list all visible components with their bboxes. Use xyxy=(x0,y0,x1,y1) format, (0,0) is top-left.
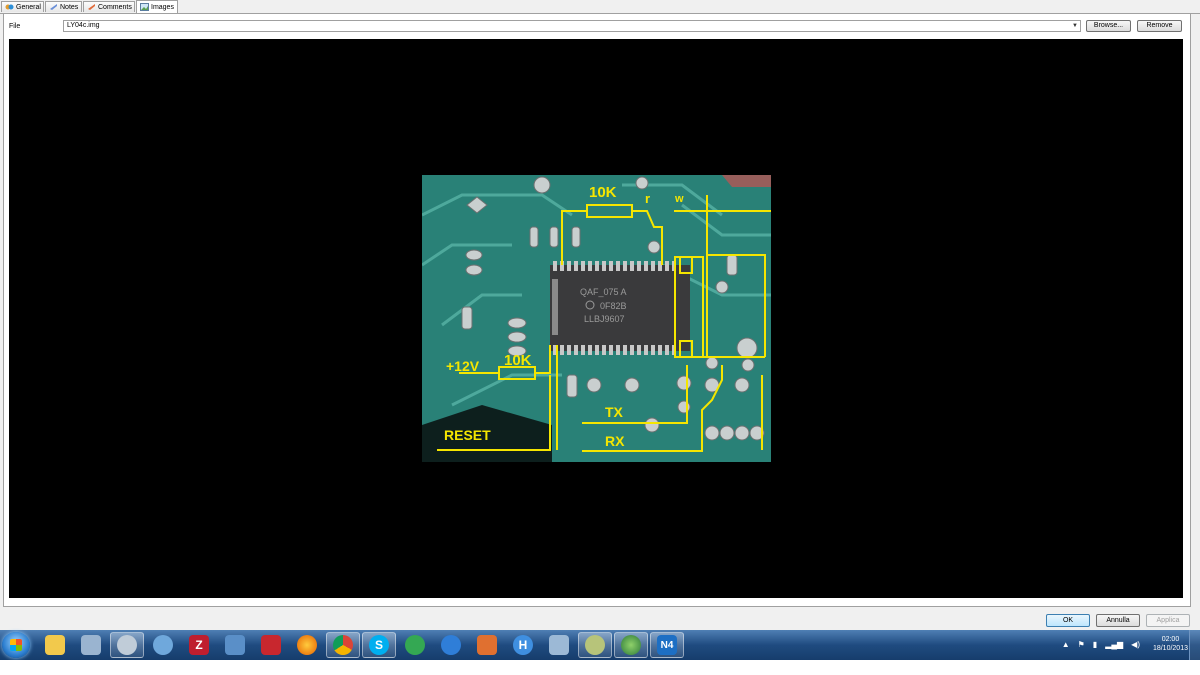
label-12v: +12V xyxy=(446,358,480,374)
taskbar: Z S H N4 ▲ ⚑ ▮ ▂▄▆ ◀) 02:00 18/10/2013 xyxy=(0,630,1200,660)
chip-marking-1: QAF_075 A xyxy=(580,287,627,297)
tab-label: Comments xyxy=(98,3,132,11)
chip-marking-3: LLBJ9607 xyxy=(584,314,625,324)
remove-button[interactable]: Remove xyxy=(1137,20,1182,32)
label-reset: RESET xyxy=(444,427,491,443)
label-10k-top: 10K xyxy=(589,184,617,201)
tab-notes[interactable]: Notes xyxy=(45,1,82,12)
images-icon xyxy=(140,3,149,11)
bottom-strip xyxy=(0,660,1200,675)
show-desktop-button[interactable] xyxy=(1189,630,1200,660)
apply-button[interactable]: Applica xyxy=(1146,614,1190,627)
image-viewer: QAF_075 A 0F82B LLBJ9607 10K r w +12V 10… xyxy=(9,39,1183,598)
signal-icon[interactable]: ▂▄▆ xyxy=(1105,640,1123,649)
chrome-icon[interactable] xyxy=(326,632,360,658)
tab-general[interactable]: General xyxy=(1,1,44,12)
n4-label: N4 xyxy=(657,635,677,655)
file-value: LY04c.img xyxy=(67,22,100,29)
pcb-photo: QAF_075 A 0F82B LLBJ9607 10K r w +12V 10… xyxy=(422,175,771,462)
label-w: w xyxy=(674,193,684,205)
file-label: File xyxy=(9,23,21,30)
tab-label: Notes xyxy=(60,3,79,11)
n4-icon[interactable]: N4 xyxy=(650,632,684,658)
network-icon[interactable] xyxy=(218,632,252,658)
comments-icon xyxy=(87,3,96,11)
label-tx: TX xyxy=(605,404,624,420)
screen-icon[interactable] xyxy=(542,632,576,658)
chevron-up-icon[interactable]: ▲ xyxy=(1062,640,1070,649)
calculator-icon[interactable] xyxy=(74,632,108,658)
tab-label: Images xyxy=(151,3,174,11)
earth-icon[interactable] xyxy=(614,632,648,658)
tab-label: General xyxy=(16,3,41,11)
h-icon[interactable]: H xyxy=(506,632,540,658)
label-10k-bottom: 10K xyxy=(504,352,532,369)
flag-icon[interactable]: ⚑ xyxy=(1078,640,1085,649)
notes-icon xyxy=(49,3,58,11)
chip-marking-2: 0F82B xyxy=(600,301,627,311)
accessibility-icon[interactable] xyxy=(434,632,468,658)
firefox-icon[interactable] xyxy=(290,632,324,658)
application-window: General Notes Comments Images File LY04c… xyxy=(0,0,1200,630)
label-r: r xyxy=(645,191,650,206)
sync-icon[interactable] xyxy=(146,632,180,658)
skype-icon[interactable]: S xyxy=(362,632,396,658)
app-icon[interactable] xyxy=(110,632,144,658)
tripadvisor-icon[interactable] xyxy=(398,632,432,658)
clock[interactable]: 02:00 18/10/2013 xyxy=(1153,635,1188,653)
explorer-icon[interactable] xyxy=(38,632,72,658)
adobe-icon[interactable] xyxy=(254,632,288,658)
ic-chip: QAF_075 A 0F82B LLBJ9607 xyxy=(550,261,690,355)
start-button[interactable] xyxy=(2,632,30,658)
system-tray: ▲ ⚑ ▮ ▂▄▆ ◀) xyxy=(1062,640,1140,649)
clock-time: 02:00 xyxy=(1161,636,1180,643)
battery-icon[interactable]: ▮ xyxy=(1093,640,1097,649)
tab-images[interactable]: Images xyxy=(136,0,178,13)
tab-strip: General Notes Comments Images xyxy=(0,0,1200,14)
chevron-down-icon[interactable]: ▼ xyxy=(1072,21,1078,31)
volume-icon[interactable]: ◀) xyxy=(1131,640,1140,649)
bug-icon[interactable] xyxy=(470,632,504,658)
bottle-icon[interactable] xyxy=(578,632,612,658)
tab-comments[interactable]: Comments xyxy=(83,1,135,12)
cancel-button[interactable]: Annulla xyxy=(1096,614,1140,627)
ok-button[interactable]: OK xyxy=(1046,614,1090,627)
filezilla-icon[interactable]: Z xyxy=(182,632,216,658)
browse-button[interactable]: Browse... xyxy=(1086,20,1131,32)
file-dropdown[interactable]: LY04c.img ▼ xyxy=(63,20,1081,32)
clock-date: 18/10/2013 xyxy=(1152,645,1188,652)
general-icon xyxy=(5,3,14,11)
label-rx: RX xyxy=(605,433,625,449)
